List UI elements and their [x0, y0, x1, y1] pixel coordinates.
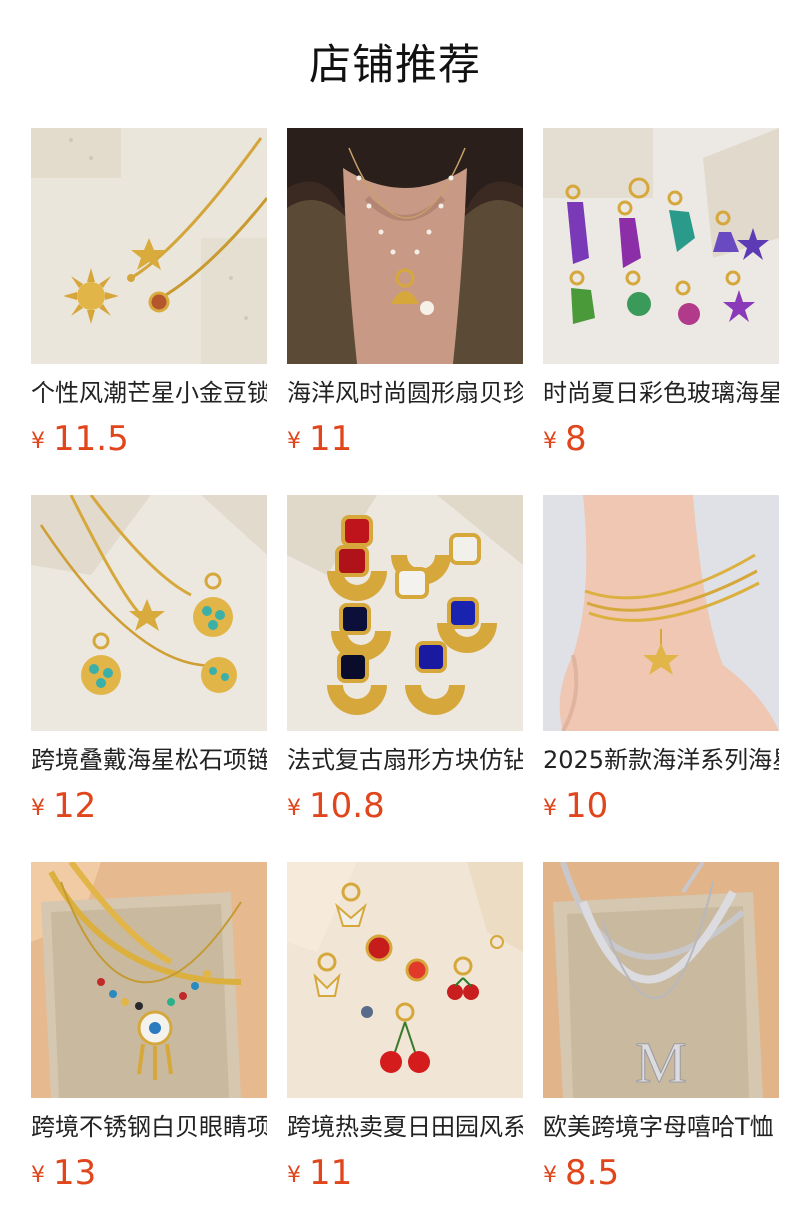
price-amount: 11	[309, 1153, 353, 1193]
price-amount: 11.5	[53, 419, 129, 459]
product-price: ¥8.5	[543, 1150, 779, 1196]
product-card[interactable]: 时尚夏日彩色玻璃海星 ¥8	[543, 128, 779, 464]
product-name[interactable]: 时尚夏日彩色玻璃海星	[543, 376, 779, 410]
price-amount: 10.8	[309, 786, 385, 826]
sun-star-necklace-image[interactable]	[31, 128, 267, 364]
letter-m-chain-necklace-image[interactable]: M	[543, 862, 779, 1098]
product-price: ¥8	[543, 416, 779, 462]
currency-symbol: ¥	[543, 1163, 557, 1188]
currency-symbol: ¥	[31, 1163, 45, 1188]
product-card[interactable]: 个性风潮芒星小金豆锁 ¥11.5	[31, 128, 267, 464]
starfish-anklet-image[interactable]	[543, 495, 779, 731]
product-card[interactable]: 2025新款海洋系列海星 ¥10	[543, 495, 779, 831]
currency-symbol: ¥	[31, 796, 45, 821]
currency-symbol: ¥	[287, 429, 301, 454]
product-price: ¥10.8	[287, 783, 523, 829]
product-card[interactable]: 跨境叠戴海星松石项链 ¥12	[31, 495, 267, 831]
product-card[interactable]: 跨境热卖夏日田园风系 ¥11	[287, 862, 523, 1198]
product-price: ¥12	[31, 783, 267, 829]
product-name[interactable]: 海洋风时尚圆形扇贝珍	[287, 376, 523, 410]
product-name[interactable]: 2025新款海洋系列海星	[543, 743, 779, 777]
shop-recommendation-page: 店铺推荐 个性风潮芒星小金豆锁 ¥ 11.5 海洋风时尚圆形扇贝珍 ¥ 11 时…	[0, 0, 790, 1230]
product-price: ¥11	[287, 1150, 523, 1196]
price-amount: 8	[565, 419, 587, 459]
pearl-shell-necklace-image[interactable]	[287, 128, 523, 364]
svg-text:M: M	[635, 1030, 687, 1095]
price-amount: 13	[53, 1153, 97, 1193]
currency-symbol: ¥	[31, 429, 45, 454]
product-card[interactable]: 海洋风时尚圆形扇贝珍 ¥11	[287, 128, 523, 464]
product-grid: 个性风潮芒星小金豆锁 ¥11.5 海洋风时尚圆形扇贝珍 ¥ 11 时尚夏日彩色玻…	[31, 128, 780, 1198]
colorful-glass-earrings-image[interactable]	[543, 128, 779, 364]
product-price: ¥13	[31, 1150, 267, 1196]
price-amount: 11	[309, 419, 353, 459]
evil-eye-dreamcatcher-necklace-image[interactable]	[31, 862, 267, 1098]
currency-symbol: ¥	[543, 429, 557, 454]
price-amount: 10	[565, 786, 609, 826]
product-card[interactable]: 跨境不锈钢白贝眼睛项 ¥13	[31, 862, 267, 1198]
product-price: ¥11.5	[31, 416, 267, 462]
price-amount: 8.5	[565, 1153, 620, 1193]
section-title: 店铺推荐	[308, 40, 481, 89]
product-price: ¥10	[543, 783, 779, 829]
product-name[interactable]: 欧美跨境字母嘻哈T恤	[543, 1110, 779, 1144]
currency-symbol: ¥	[287, 796, 301, 821]
product-name[interactable]: 法式复古扇形方块仿钻	[287, 743, 523, 777]
price-amount: 12	[53, 786, 97, 826]
fan-square-gem-earrings-image[interactable]	[287, 495, 523, 731]
butterfly-cherry-earrings-image[interactable]	[287, 862, 523, 1098]
currency-symbol: ¥	[543, 796, 557, 821]
product-card[interactable]: 法式复古扇形方块仿钻 ¥10.8	[287, 495, 523, 831]
currency-symbol: ¥	[287, 1163, 301, 1188]
product-price: ¥11	[287, 416, 523, 462]
product-name[interactable]: 跨境不锈钢白贝眼睛项	[31, 1110, 267, 1144]
starfish-turquoise-necklace-image[interactable]	[31, 495, 267, 731]
product-name[interactable]: 个性风潮芒星小金豆锁	[31, 376, 267, 410]
product-name[interactable]: 跨境叠戴海星松石项链	[31, 743, 267, 777]
product-name[interactable]: 跨境热卖夏日田园风系	[287, 1110, 523, 1144]
product-card[interactable]: M 欧美跨境字母嘻哈T恤 ¥8.5	[543, 862, 779, 1198]
